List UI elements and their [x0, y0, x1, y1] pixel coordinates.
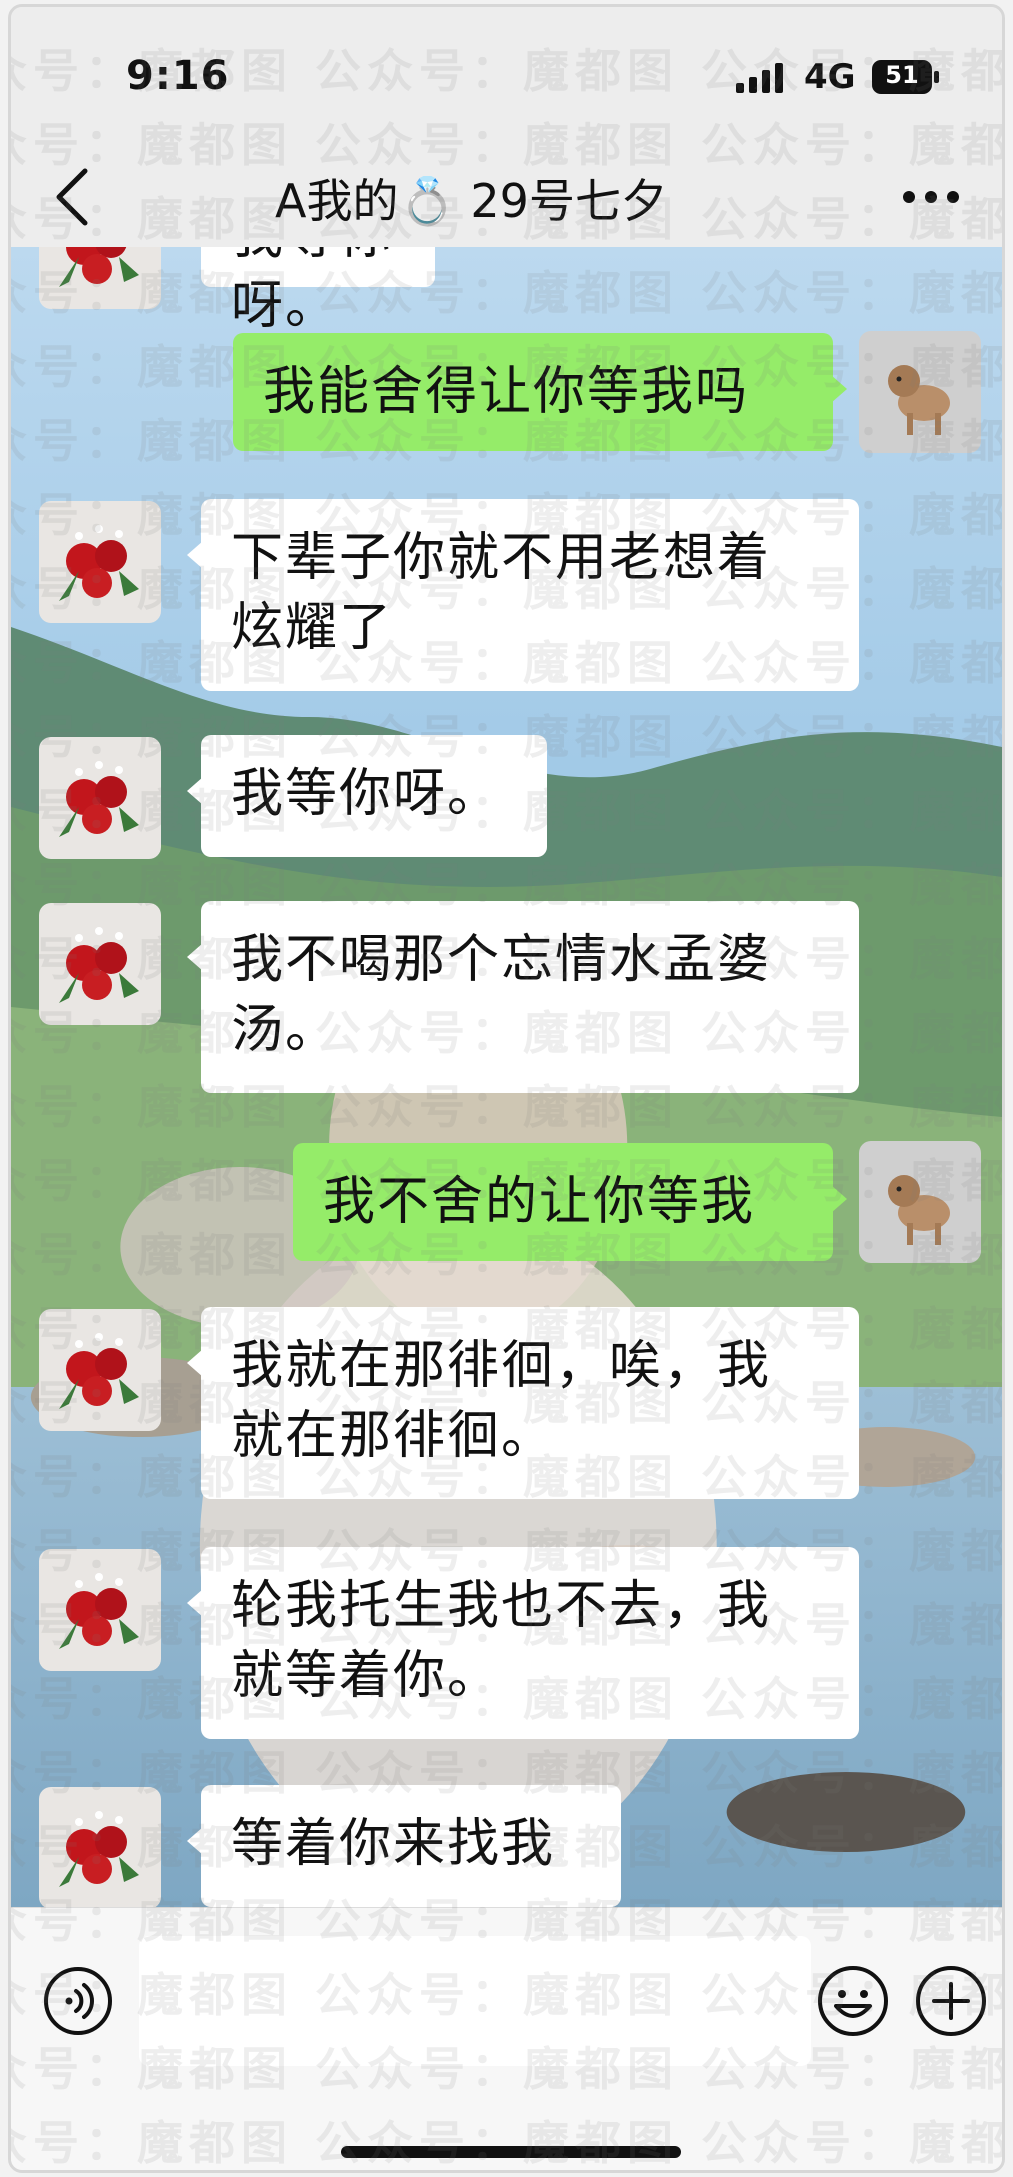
message-bubble[interactable]: 我能舍得让你等我吗: [233, 333, 847, 451]
emoji-icon[interactable]: [816, 1964, 890, 2038]
home-indicator[interactable]: [341, 2146, 681, 2158]
phone-screen: 9:16 4G 51 A我的💍 29号七夕 呀。 我能舍得让你等我吗 下辈子你就…: [8, 4, 1005, 2173]
chat-title: A我的💍 29号七夕: [275, 174, 667, 228]
message-bubble[interactable]: 我不喝那个忘情水孟婆 汤。: [187, 901, 859, 1093]
message-text-line-2: 汤。: [231, 1000, 340, 1060]
input-bar: [11, 1907, 1002, 2170]
chevron-left-icon[interactable]: [51, 165, 95, 229]
status-bar: 9:16 4G 51: [11, 7, 1002, 147]
message-text-line-1: 轮我托生我也不去，我: [231, 1576, 772, 1636]
message-bubble[interactable]: 我等你呀。: [187, 735, 547, 857]
contact-avatar[interactable]: [39, 1309, 161, 1431]
rose-bouquet-icon: [39, 1787, 161, 1907]
my-avatar[interactable]: [859, 1141, 981, 1263]
message-text: 我等你呀。: [231, 764, 502, 824]
contact-avatar[interactable]: [39, 501, 161, 623]
rose-bouquet-icon: [39, 247, 161, 309]
battery-percentage: 51: [885, 61, 919, 89]
message-text-line-2: 就在那徘徊。: [231, 1406, 556, 1466]
message-text-line-2: 就等着你。: [231, 1646, 502, 1706]
chat-header: A我的💍 29号七夕: [11, 147, 1002, 247]
status-time: 9:16: [126, 53, 230, 99]
message-text-line-2: 炫耀了: [231, 598, 394, 658]
rose-bouquet-icon: [39, 1549, 161, 1671]
message-text: 我等你呀。: [231, 247, 391, 336]
message-text: 我不舍的让你等我: [323, 1172, 756, 1232]
contact-avatar[interactable]: [39, 1787, 161, 1907]
message-bubble[interactable]: 下辈子你就不用老想着 炫耀了: [187, 499, 859, 691]
message-bubble[interactable]: 我不舍的让你等我: [293, 1143, 847, 1261]
message-bubble[interactable]: 我就在那徘徊，唉，我 就在那徘徊。: [187, 1307, 859, 1499]
more-dots-icon[interactable]: [901, 187, 961, 207]
network-type-label: 4G: [804, 57, 856, 97]
message-bubble[interactable]: 等着你来找我: [187, 1785, 621, 1907]
dog-icon: [859, 331, 981, 453]
plus-icon[interactable]: [914, 1964, 988, 2038]
my-avatar[interactable]: [859, 331, 981, 453]
rose-bouquet-icon: [39, 501, 161, 623]
dog-icon: [859, 1141, 981, 1263]
chat-message-list[interactable]: 我等你呀。 我能舍得让你等我吗: [11, 247, 1002, 1907]
message-text: 我能舍得让你等我吗: [263, 362, 750, 422]
rose-bouquet-icon: [39, 1309, 161, 1431]
rose-bouquet-icon: [39, 903, 161, 1025]
message-text-line-1: 下辈子你就不用老想着: [231, 528, 772, 588]
contact-avatar[interactable]: [39, 737, 161, 859]
contact-avatar[interactable]: [39, 1549, 161, 1671]
contact-avatar[interactable]: [39, 903, 161, 1025]
message-input[interactable]: [139, 1936, 811, 2066]
message-text: 等着你来找我: [231, 1814, 556, 1874]
message-text-line-1: 我就在那徘徊，唉，我: [231, 1336, 772, 1396]
message-bubble[interactable]: 轮我托生我也不去，我 就等着你。: [187, 1547, 859, 1739]
rose-bouquet-icon: [39, 737, 161, 859]
contact-avatar[interactable]: [39, 247, 161, 309]
voice-icon[interactable]: [43, 1966, 113, 2036]
message-bubble[interactable]: 我等你呀。: [201, 247, 435, 336]
message-text-line-1: 我不喝那个忘情水孟婆: [231, 930, 772, 990]
signal-bars-icon: [736, 63, 783, 93]
